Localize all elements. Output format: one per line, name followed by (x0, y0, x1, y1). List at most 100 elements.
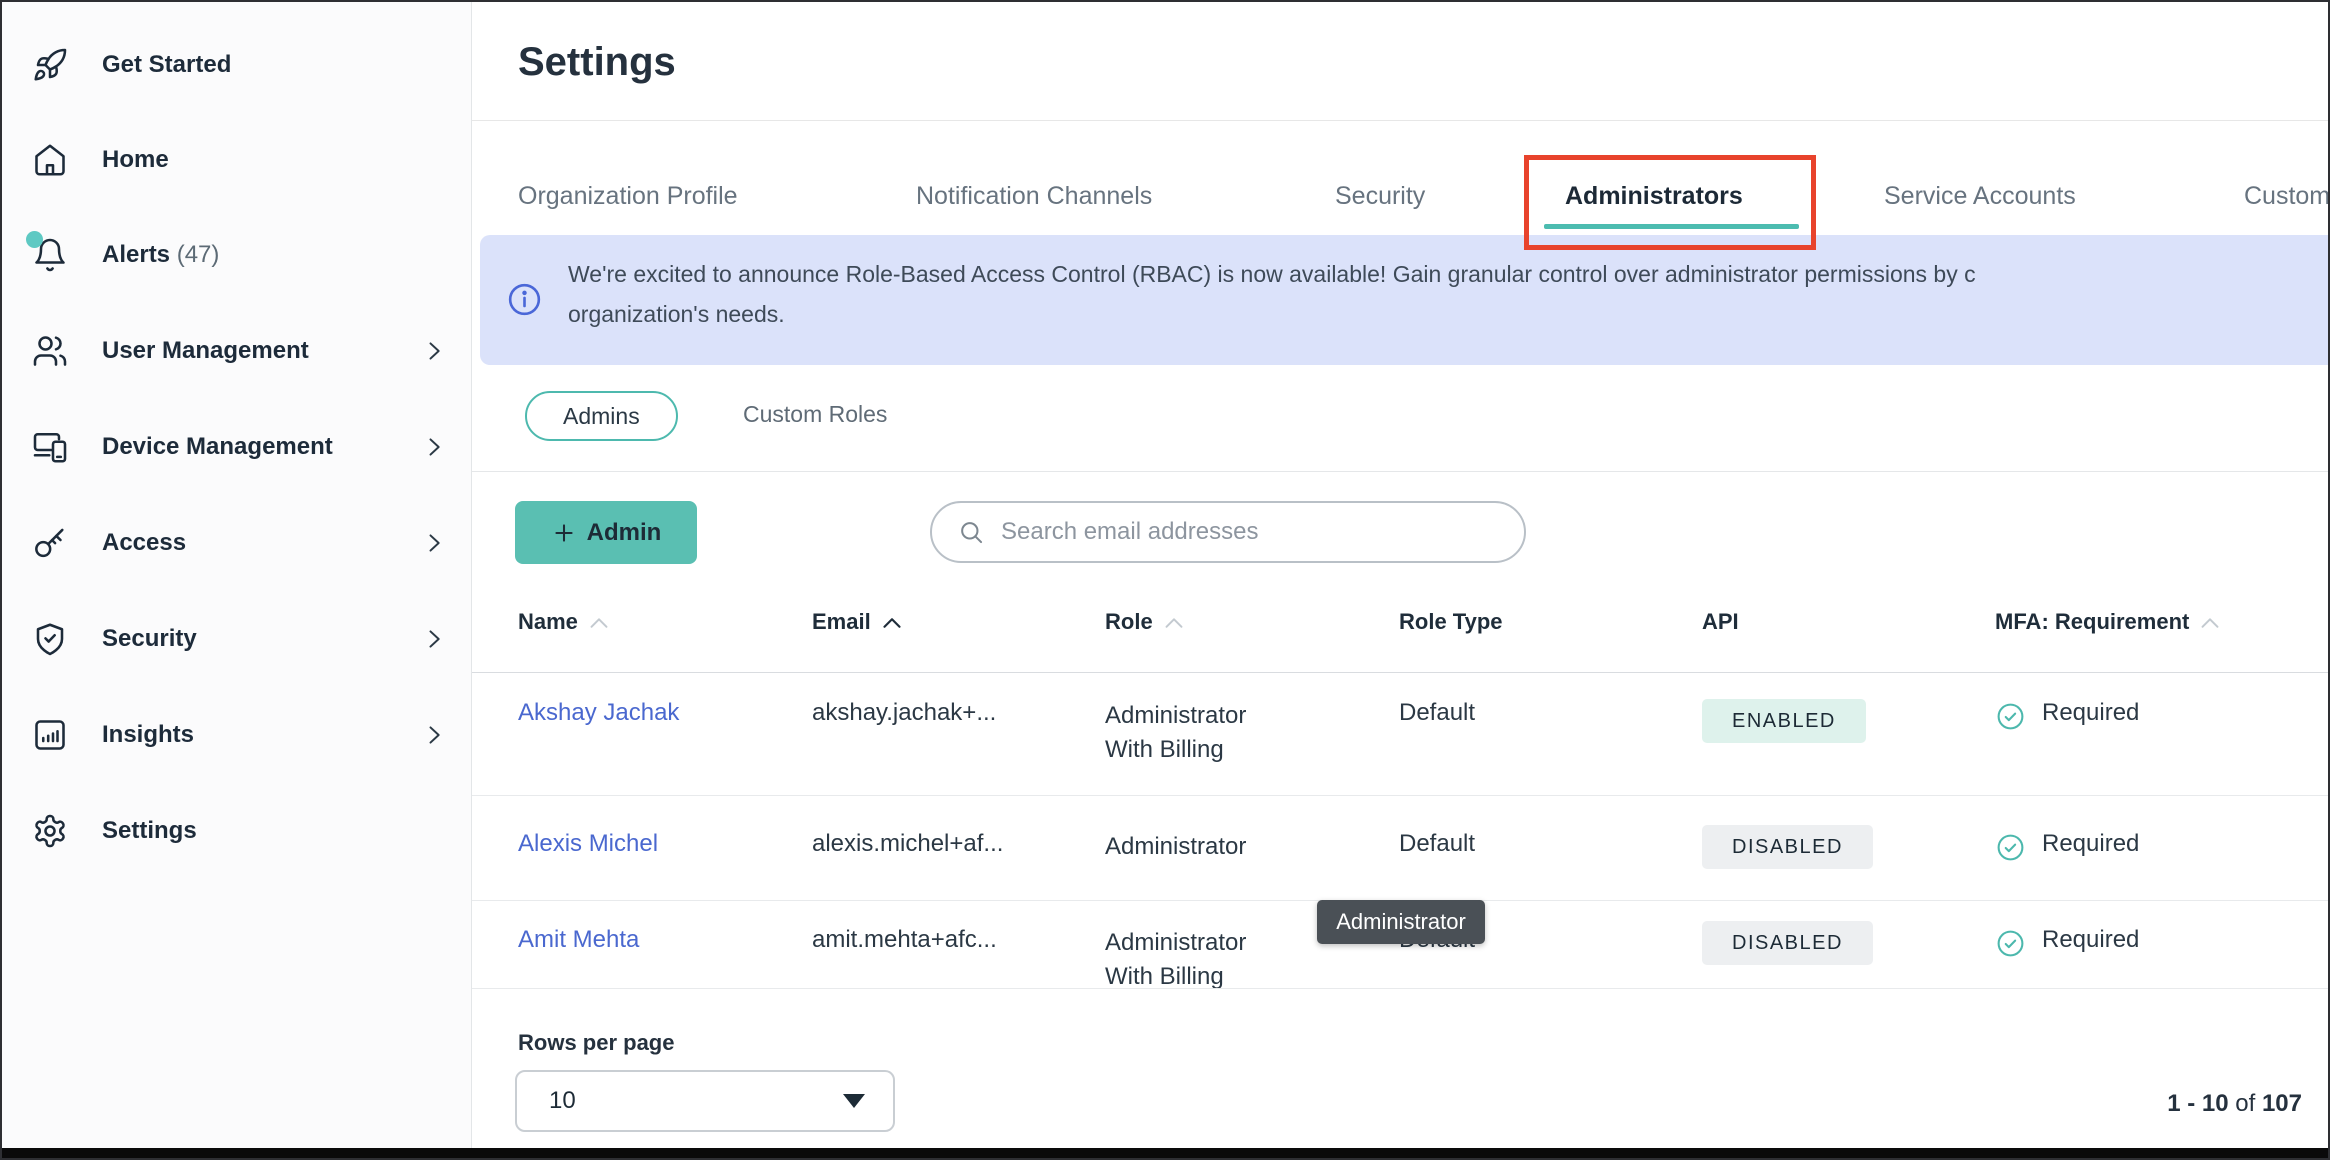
divider (472, 120, 2330, 121)
sidebar-item-access[interactable]: Access (2, 511, 472, 575)
sidebar-item-get-started[interactable]: Get Started (2, 33, 472, 97)
sidebar-item-label: Access (102, 529, 186, 557)
sort-caret-icon (2199, 615, 2221, 630)
divider (472, 795, 2330, 796)
dropdown-caret-icon (843, 1094, 865, 1108)
chevron-right-icon (420, 721, 448, 749)
admin-role-type: Default (1399, 699, 1475, 727)
add-admin-label: Admin (587, 519, 662, 547)
chevron-right-icon (420, 625, 448, 653)
banner-text-line1: We're excited to announce Role-Based Acc… (568, 261, 1976, 288)
role-tooltip: Administrator (1317, 900, 1485, 944)
sidebar-item-label: Security (102, 625, 197, 653)
rows-per-page-label: Rows per page (518, 1030, 674, 1056)
sidebar-item-alerts[interactable]: Alerts (47) (2, 223, 472, 287)
admin-email: amit.mehta+afc... (812, 926, 997, 954)
home-icon (32, 142, 68, 178)
sidebar-item-label: Get Started (102, 51, 231, 79)
mfa-requirement: Required (2042, 699, 2139, 727)
tab-security[interactable]: Security (1335, 182, 1425, 211)
column-header-mfa[interactable]: MFA: Requirement (1995, 609, 2221, 635)
sidebar-item-security[interactable]: Security (2, 607, 472, 671)
rbac-info-banner: We're excited to announce Role-Based Acc… (480, 235, 2330, 365)
sidebar-item-settings[interactable]: Settings (2, 799, 472, 863)
plus-icon (551, 520, 577, 546)
alerts-count: (47) (177, 241, 220, 268)
sidebar-item-label: Insights (102, 721, 194, 749)
pagination-status: 1 - 10 of 107 (2167, 1090, 2302, 1118)
key-icon (32, 525, 68, 561)
main-content: Settings Organization Profile Notificati… (472, 2, 2330, 1148)
column-header-role[interactable]: Role (1105, 609, 1185, 635)
subtab-admins[interactable]: Admins (525, 391, 678, 441)
check-circle-icon (1995, 832, 2026, 863)
info-icon (506, 281, 543, 318)
check-circle-icon (1995, 701, 2026, 732)
banner-text-line2: organization's needs. (568, 301, 785, 328)
users-icon (32, 333, 68, 369)
admin-name-link[interactable]: Alexis Michel (518, 830, 658, 858)
sort-caret-icon (588, 615, 610, 630)
tab-notification-channels[interactable]: Notification Channels (916, 182, 1152, 211)
column-header-role-type[interactable]: Role Type (1399, 609, 1503, 635)
sidebar-item-insights[interactable]: Insights (2, 703, 472, 767)
search-box[interactable] (930, 501, 1526, 563)
column-header-name[interactable]: Name (518, 609, 610, 635)
check-circle-icon (1995, 928, 2026, 959)
app-window: Get Started Home Alerts (47) User Manage… (0, 0, 2330, 1160)
mfa-requirement: Required (2042, 926, 2139, 954)
subtab-admins-label: Admins (563, 403, 640, 430)
sidebar-item-device-management[interactable]: Device Management (2, 415, 472, 479)
admin-role: Administrator With Billing (1105, 926, 1295, 988)
page-title: Settings (518, 40, 676, 85)
sidebar-item-label: Device Management (102, 433, 333, 461)
pagination-total: 107 (2262, 1090, 2302, 1117)
shield-check-icon (32, 621, 68, 657)
chevron-right-icon (420, 529, 448, 557)
column-header-api[interactable]: API (1702, 609, 1739, 635)
role-tooltip-text: Administrator (1336, 909, 1466, 935)
admin-role: Administrator (1105, 830, 1295, 864)
api-status-badge: DISABLED (1702, 825, 1873, 869)
devices-icon (32, 429, 68, 465)
pagination-range: 1 - 10 (2167, 1090, 2228, 1117)
divider (472, 988, 2330, 989)
tab-custom[interactable]: Custom (2244, 182, 2330, 211)
chevron-right-icon (420, 337, 448, 365)
api-status-badge: ENABLED (1702, 699, 1866, 743)
add-admin-button[interactable]: Admin (515, 501, 697, 564)
insights-chart-icon (32, 717, 68, 753)
api-status-badge: DISABLED (1702, 921, 1873, 965)
admin-email: alexis.michel+af... (812, 830, 1003, 858)
clipped-role-cell: Administrator With Billing (1105, 926, 1305, 988)
search-input[interactable] (1001, 518, 1481, 546)
tab-organization-profile[interactable]: Organization Profile (518, 182, 738, 211)
sidebar-item-label: Home (102, 146, 169, 174)
admin-name-link[interactable]: Amit Mehta (518, 926, 639, 954)
tab-service-accounts[interactable]: Service Accounts (1884, 182, 2076, 211)
divider (472, 672, 2330, 673)
sort-caret-icon-active (881, 615, 903, 630)
gear-icon (32, 813, 68, 849)
search-icon (958, 519, 985, 546)
sidebar-item-label: Settings (102, 817, 197, 845)
rocket-icon (32, 47, 68, 83)
rows-per-page-select[interactable]: 10 (515, 1070, 895, 1132)
mfa-requirement: Required (2042, 830, 2139, 858)
sidebar: Get Started Home Alerts (47) User Manage… (2, 2, 472, 1148)
highlight-annotation-box (1524, 155, 1816, 250)
sidebar-item-user-management[interactable]: User Management (2, 319, 472, 383)
admin-email: akshay.jachak+... (812, 699, 996, 727)
admin-role-type: Default (1399, 830, 1475, 858)
sidebar-item-home[interactable]: Home (2, 128, 472, 192)
bottom-taskbar (2, 1148, 2328, 1158)
divider (472, 471, 2330, 472)
rows-per-page-value: 10 (549, 1087, 576, 1115)
chevron-right-icon (420, 433, 448, 461)
admin-name-link[interactable]: Akshay Jachak (518, 699, 679, 727)
subtab-custom-roles[interactable]: Custom Roles (743, 401, 887, 428)
alerts-notification-dot (26, 231, 43, 248)
admin-role: Administrator With Billing (1105, 699, 1295, 767)
column-header-email[interactable]: Email (812, 609, 903, 635)
sort-caret-icon (1163, 615, 1185, 630)
